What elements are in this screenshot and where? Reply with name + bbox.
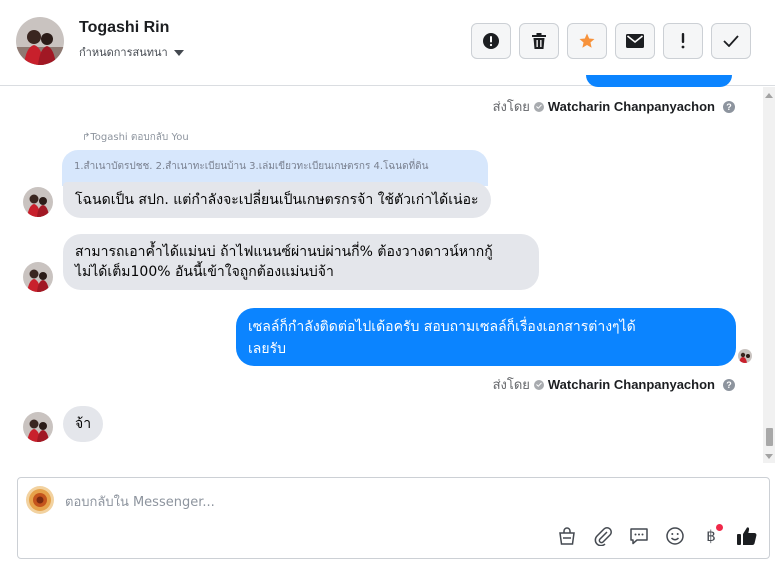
outgoing-bubble-partial — [586, 75, 732, 87]
message-line: สามารถเอาค้ำได้แม่นบ่ ถ้าไฟแนนซ์ผ่านบ่ผ่… — [75, 244, 493, 260]
scroll-up-arrow-icon[interactable] — [765, 93, 773, 98]
message-bubble-incoming[interactable]: สามารถเอาค้ำได้แม่นบ่ ถ้าไฟแนนซ์ผ่านบ่ผ่… — [63, 234, 539, 290]
conversation-settings-label: กำหนดการสนทนา — [79, 46, 168, 59]
exclamation-icon — [681, 33, 685, 49]
delete-button[interactable] — [519, 23, 559, 59]
caret-down-icon — [173, 49, 184, 56]
page-avatar — [26, 486, 54, 514]
mark-unread-button[interactable] — [615, 23, 655, 59]
sent-check-icon — [533, 379, 544, 390]
important-button[interactable] — [663, 23, 703, 59]
like-button[interactable] — [735, 524, 759, 548]
reply-composer: ฿ — [17, 477, 770, 559]
message-bubble-incoming[interactable]: จ้า — [63, 406, 104, 442]
contact-message-avatar[interactable] — [23, 187, 53, 217]
header-toolbar — [471, 23, 751, 59]
composer-toolbar: ฿ — [555, 524, 759, 548]
attach-button[interactable] — [591, 524, 615, 548]
sent-check-icon — [533, 101, 544, 112]
saved-replies-button[interactable] — [627, 524, 651, 548]
envelope-icon — [626, 34, 644, 48]
quoted-message[interactable]: 1.สำเนาบัตรปชช. 2.สำเนาทะเบียนบ้าน 3.เล่… — [62, 150, 488, 186]
thumbs-up-icon — [737, 527, 757, 545]
seen-avatar — [738, 349, 752, 363]
message-line: ไม่ได้เต็ม100% อันนี้เข้าใจถูกต้องแม่นบ่… — [75, 264, 334, 280]
sender-name[interactable]: Watcharin Chanpanyachon — [548, 99, 715, 114]
sender-name[interactable]: Watcharin Chanpanyachon — [548, 377, 715, 392]
star-button[interactable] — [567, 23, 607, 59]
sent-by-label: ส่งโดย — [492, 100, 530, 115]
sent-by-row: ส่งโดย Watcharin Chanpanyachon ? — [493, 374, 735, 395]
message-bubble-incoming[interactable]: โฉนดเป็น สปก. แต่กำลังจะเปลี่ยนเป็นเกษตร… — [63, 182, 491, 218]
scrollbar-thumb[interactable] — [766, 428, 773, 446]
help-icon[interactable]: ? — [723, 100, 735, 113]
alert-circle-icon — [483, 33, 499, 49]
payment-button[interactable]: ฿ — [699, 524, 723, 548]
checkmark-icon — [723, 35, 739, 47]
reply-input[interactable] — [65, 492, 745, 512]
star-icon — [579, 33, 595, 48]
speech-bubble-icon — [630, 528, 648, 545]
emoji-button[interactable] — [663, 524, 687, 548]
shop-button[interactable] — [555, 524, 579, 548]
baht-icon: ฿ — [706, 527, 716, 545]
message-line: เซลล์ก็กำลังติดต่อไปเด้อครับ สอบถามเซลล์… — [248, 319, 636, 335]
mark-done-button[interactable] — [711, 23, 751, 59]
mark-spam-button[interactable] — [471, 23, 511, 59]
trash-icon — [532, 33, 546, 49]
contact-name[interactable]: Togashi Rin — [79, 19, 169, 37]
reply-label: ↱Togashi ตอบกลับ You — [82, 132, 189, 143]
conversation-settings-dropdown[interactable]: กำหนดการสนทนา — [79, 43, 184, 61]
sent-by-label: ส่งโดย — [492, 378, 530, 393]
help-icon[interactable]: ? — [723, 378, 735, 391]
contact-message-avatar[interactable] — [23, 412, 53, 442]
thread-scrollbar[interactable] — [763, 87, 775, 463]
message-line: เลยรับ — [248, 341, 286, 357]
smiley-icon — [666, 527, 684, 545]
notification-dot — [716, 524, 723, 531]
conversation-header: Togashi Rin กำหนดการสนทนา — [0, 0, 775, 86]
sent-by-row: ส่งโดย Watcharin Chanpanyachon ? — [493, 96, 735, 117]
contact-message-avatar[interactable] — [23, 262, 53, 292]
paperclip-icon — [594, 527, 612, 546]
scroll-down-arrow-icon[interactable] — [765, 454, 773, 459]
contact-avatar[interactable] — [16, 17, 64, 65]
message-bubble-outgoing[interactable]: เซลล์ก็กำลังติดต่อไปเด้อครับ สอบถามเซลล์… — [236, 308, 736, 366]
bag-icon — [559, 527, 575, 545]
